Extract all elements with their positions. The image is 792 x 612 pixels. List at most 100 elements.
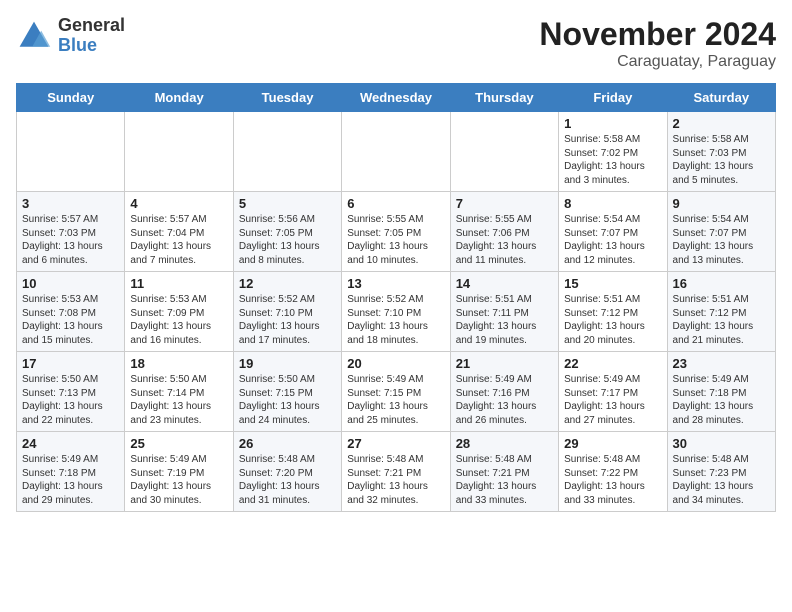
- day-number: 2: [673, 116, 770, 131]
- day-info: Sunrise: 5:51 AM Sunset: 7:11 PM Dayligh…: [456, 293, 553, 347]
- col-header-friday: Friday: [559, 84, 667, 112]
- day-info: Sunrise: 5:49 AM Sunset: 7:18 PM Dayligh…: [673, 373, 770, 427]
- day-number: 12: [239, 276, 336, 291]
- day-info: Sunrise: 5:58 AM Sunset: 7:02 PM Dayligh…: [564, 133, 661, 187]
- day-info: Sunrise: 5:52 AM Sunset: 7:10 PM Dayligh…: [239, 293, 336, 347]
- day-cell: 30Sunrise: 5:48 AM Sunset: 7:23 PM Dayli…: [667, 432, 775, 512]
- day-number: 19: [239, 356, 336, 371]
- day-info: Sunrise: 5:49 AM Sunset: 7:17 PM Dayligh…: [564, 373, 661, 427]
- day-cell: 5 Sunrise: 5:56 AM Sunset: 7:05 PM Daylig…: [233, 192, 341, 272]
- day-cell: 24Sunrise: 5:49 AM Sunset: 7:18 PM Dayli…: [17, 432, 125, 512]
- day-cell: 26 Sunrise: 5:48 AM Sunset: 7:20 PM Dayli…: [233, 432, 341, 512]
- day-number: 23: [673, 356, 770, 371]
- logo: General Blue: [16, 16, 125, 56]
- day-number: 17: [22, 356, 119, 371]
- day-info: Sunrise: 5:48 AM Sunset: 7:20 PM Dayligh…: [239, 453, 336, 507]
- day-number: 10: [22, 276, 119, 291]
- day-info: Sunrise: 5:53 AM Sunset: 7:09 PM Dayligh…: [130, 293, 227, 347]
- day-cell: 16 Sunrise: 5:51 AM Sunset: 7:12 PM Dayli…: [667, 272, 775, 352]
- col-header-tuesday: Tuesday: [233, 84, 341, 112]
- day-number: 30: [673, 436, 770, 451]
- day-info: Sunrise: 5:50 AM Sunset: 7:13 PM Dayligh…: [22, 373, 119, 427]
- day-cell: 19 Sunrise: 5:50 AM Sunset: 7:15 PM Dayli…: [233, 352, 341, 432]
- day-cell: 9Sunrise: 5:54 AM Sunset: 7:07 PM Daylig…: [667, 192, 775, 272]
- day-number: 13: [347, 276, 444, 291]
- day-number: 11: [130, 276, 227, 291]
- day-info: Sunrise: 5:50 AM Sunset: 7:15 PM Dayligh…: [239, 373, 336, 427]
- day-cell: [450, 112, 558, 192]
- col-header-thursday: Thursday: [450, 84, 558, 112]
- day-info: Sunrise: 5:52 AM Sunset: 7:10 PM Dayligh…: [347, 293, 444, 347]
- day-info: Sunrise: 5:55 AM Sunset: 7:05 PM Dayligh…: [347, 213, 444, 267]
- day-cell: 20 Sunrise: 5:49 AM Sunset: 7:15 PM Dayli…: [342, 352, 450, 432]
- day-cell: 17 Sunrise: 5:50 AM Sunset: 7:13 PM Dayli…: [17, 352, 125, 432]
- day-info: Sunrise: 5:56 AM Sunset: 7:05 PM Dayligh…: [239, 213, 336, 267]
- page-header: General Blue November 2024 Caraguatay, P…: [16, 16, 776, 71]
- day-number: 15: [564, 276, 661, 291]
- day-cell: 18Sunrise: 5:50 AM Sunset: 7:14 PM Dayli…: [125, 352, 233, 432]
- day-cell: 11 Sunrise: 5:53 AM Sunset: 7:09 PM Dayli…: [125, 272, 233, 352]
- week-row: 3 Sunrise: 5:57 AM Sunset: 7:03 PM Daylig…: [17, 192, 776, 272]
- day-cell: [233, 112, 341, 192]
- day-number: 21: [456, 356, 553, 371]
- day-info: Sunrise: 5:57 AM Sunset: 7:04 PM Dayligh…: [130, 213, 227, 267]
- day-number: 25: [130, 436, 227, 451]
- week-row: 24Sunrise: 5:49 AM Sunset: 7:18 PM Dayli…: [17, 432, 776, 512]
- day-number: 3: [22, 196, 119, 211]
- col-header-wednesday: Wednesday: [342, 84, 450, 112]
- day-number: 16: [673, 276, 770, 291]
- day-cell: 21 Sunrise: 5:49 AM Sunset: 7:16 PM Dayli…: [450, 352, 558, 432]
- title-block: November 2024 Caraguatay, Paraguay: [539, 16, 776, 71]
- day-info: Sunrise: 5:51 AM Sunset: 7:12 PM Dayligh…: [564, 293, 661, 347]
- day-info: Sunrise: 5:49 AM Sunset: 7:19 PM Dayligh…: [130, 453, 227, 507]
- day-cell: 22Sunrise: 5:49 AM Sunset: 7:17 PM Dayli…: [559, 352, 667, 432]
- day-number: 5: [239, 196, 336, 211]
- day-cell: 23 Sunrise: 5:49 AM Sunset: 7:18 PM Dayli…: [667, 352, 775, 432]
- col-header-monday: Monday: [125, 84, 233, 112]
- day-cell: 29 Sunrise: 5:48 AM Sunset: 7:22 PM Dayli…: [559, 432, 667, 512]
- day-number: 20: [347, 356, 444, 371]
- logo-icon: [16, 18, 52, 54]
- day-info: Sunrise: 5:48 AM Sunset: 7:22 PM Dayligh…: [564, 453, 661, 507]
- day-number: 8: [564, 196, 661, 211]
- day-info: Sunrise: 5:49 AM Sunset: 7:16 PM Dayligh…: [456, 373, 553, 427]
- week-row: 1 Sunrise: 5:58 AM Sunset: 7:02 PM Daylig…: [17, 112, 776, 192]
- day-info: Sunrise: 5:48 AM Sunset: 7:21 PM Dayligh…: [347, 453, 444, 507]
- day-cell: 6 Sunrise: 5:55 AM Sunset: 7:05 PM Daylig…: [342, 192, 450, 272]
- calendar-table: SundayMondayTuesdayWednesdayThursdayFrid…: [16, 83, 776, 512]
- day-number: 1: [564, 116, 661, 131]
- day-number: 7: [456, 196, 553, 211]
- day-info: Sunrise: 5:57 AM Sunset: 7:03 PM Dayligh…: [22, 213, 119, 267]
- day-info: Sunrise: 5:54 AM Sunset: 7:07 PM Dayligh…: [564, 213, 661, 267]
- location: Caraguatay, Paraguay: [539, 53, 776, 71]
- day-info: Sunrise: 5:58 AM Sunset: 7:03 PM Dayligh…: [673, 133, 770, 187]
- day-number: 9: [673, 196, 770, 211]
- day-cell: 13 Sunrise: 5:52 AM Sunset: 7:10 PM Dayli…: [342, 272, 450, 352]
- day-cell: 12 Sunrise: 5:52 AM Sunset: 7:10 PM Dayli…: [233, 272, 341, 352]
- day-number: 24: [22, 436, 119, 451]
- col-header-saturday: Saturday: [667, 84, 775, 112]
- day-cell: 15 Sunrise: 5:51 AM Sunset: 7:12 PM Dayli…: [559, 272, 667, 352]
- day-cell: [17, 112, 125, 192]
- day-info: Sunrise: 5:55 AM Sunset: 7:06 PM Dayligh…: [456, 213, 553, 267]
- day-info: Sunrise: 5:53 AM Sunset: 7:08 PM Dayligh…: [22, 293, 119, 347]
- day-cell: 27Sunrise: 5:48 AM Sunset: 7:21 PM Dayli…: [342, 432, 450, 512]
- day-info: Sunrise: 5:50 AM Sunset: 7:14 PM Dayligh…: [130, 373, 227, 427]
- day-info: Sunrise: 5:49 AM Sunset: 7:15 PM Dayligh…: [347, 373, 444, 427]
- day-cell: 25 Sunrise: 5:49 AM Sunset: 7:19 PM Dayli…: [125, 432, 233, 512]
- day-info: Sunrise: 5:48 AM Sunset: 7:21 PM Dayligh…: [456, 453, 553, 507]
- day-cell: 1 Sunrise: 5:58 AM Sunset: 7:02 PM Daylig…: [559, 112, 667, 192]
- day-number: 29: [564, 436, 661, 451]
- day-cell: 8 Sunrise: 5:54 AM Sunset: 7:07 PM Daylig…: [559, 192, 667, 272]
- day-number: 26: [239, 436, 336, 451]
- day-cell: [125, 112, 233, 192]
- week-row: 17 Sunrise: 5:50 AM Sunset: 7:13 PM Dayli…: [17, 352, 776, 432]
- day-info: Sunrise: 5:51 AM Sunset: 7:12 PM Dayligh…: [673, 293, 770, 347]
- day-cell: 4 Sunrise: 5:57 AM Sunset: 7:04 PM Daylig…: [125, 192, 233, 272]
- day-cell: 10 Sunrise: 5:53 AM Sunset: 7:08 PM Dayli…: [17, 272, 125, 352]
- day-number: 4: [130, 196, 227, 211]
- day-number: 28: [456, 436, 553, 451]
- day-cell: 2 Sunrise: 5:58 AM Sunset: 7:03 PM Daylig…: [667, 112, 775, 192]
- day-number: 6: [347, 196, 444, 211]
- day-cell: 28 Sunrise: 5:48 AM Sunset: 7:21 PM Dayli…: [450, 432, 558, 512]
